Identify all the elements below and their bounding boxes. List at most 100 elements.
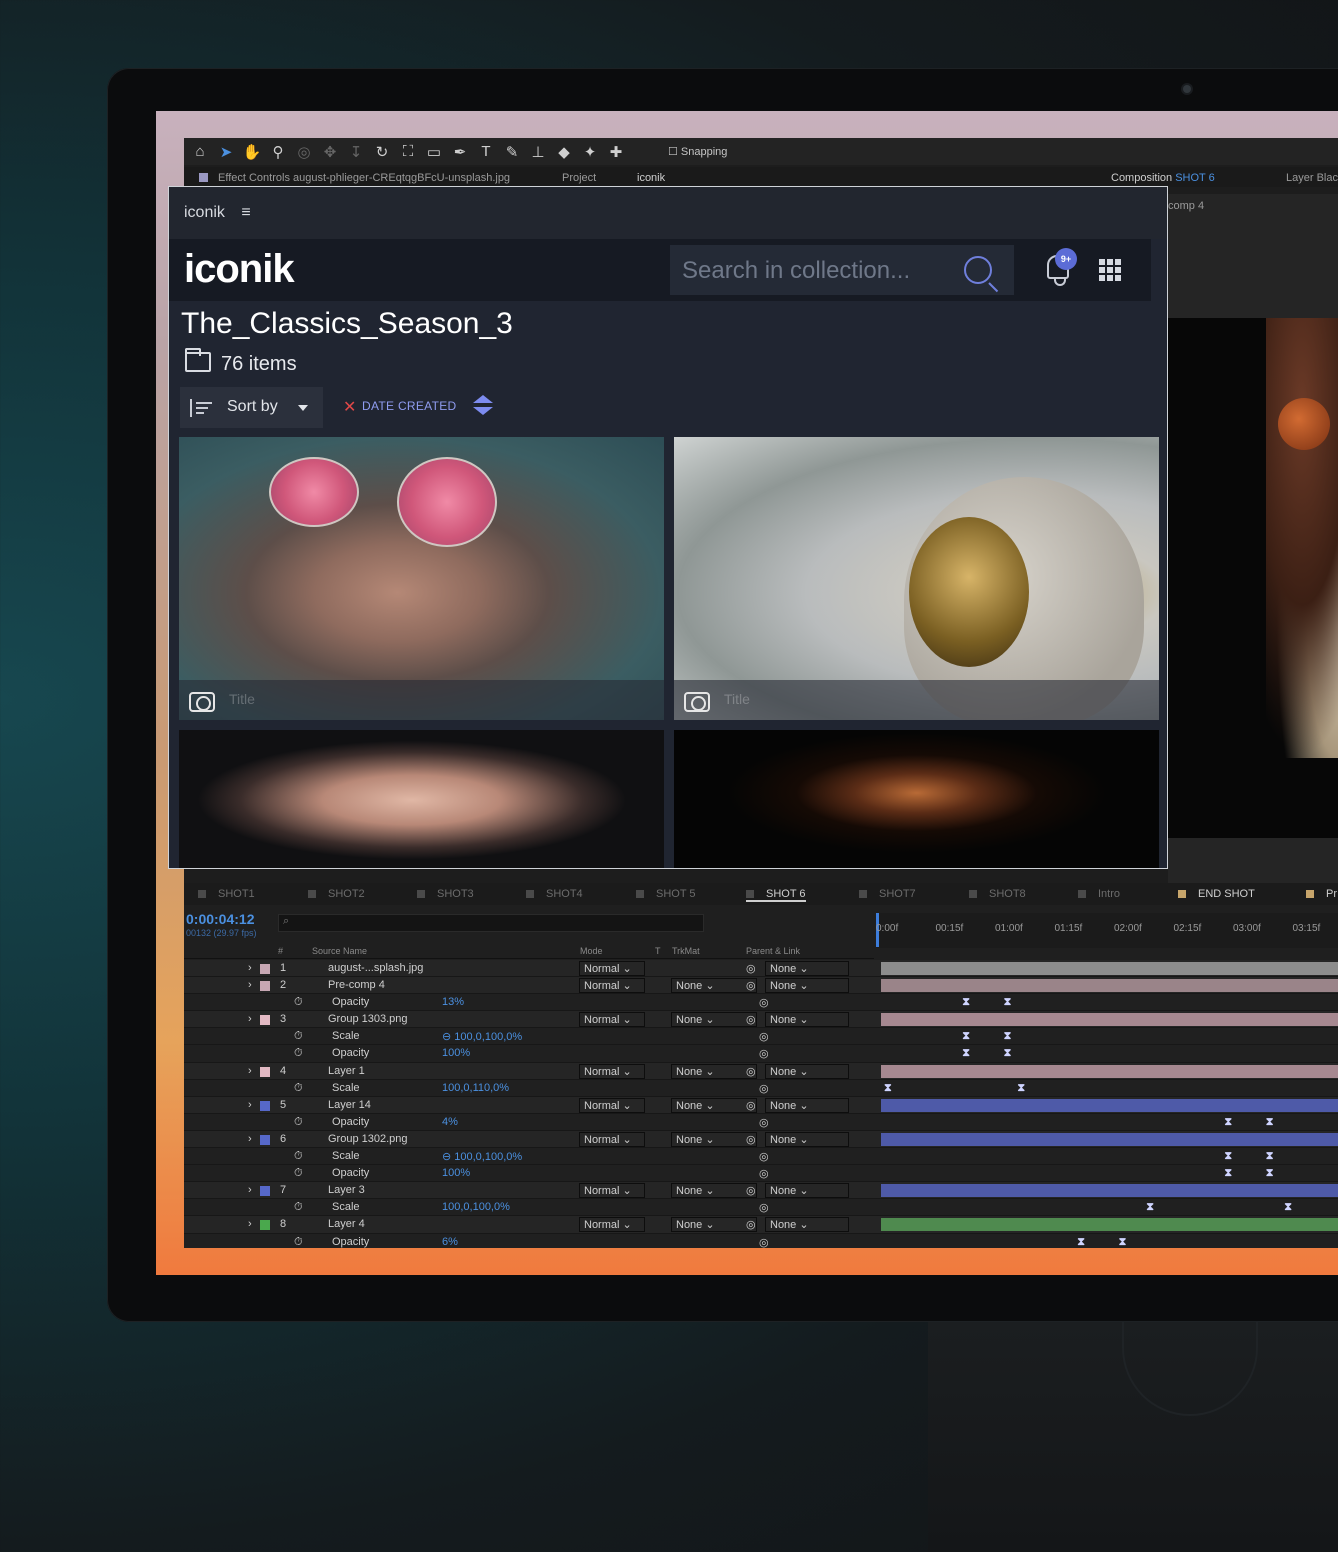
parent-select[interactable]: None ⌄ — [765, 1012, 849, 1028]
layer-tab[interactable]: Layer Black — [1286, 172, 1338, 184]
timeline-tab[interactable]: SHOT 6 — [746, 888, 806, 902]
layer-row[interactable]: › 6 Group 1302.png Normal ⌄ None ⌄ ◎ None ⌄ — [184, 1130, 1338, 1149]
expand-chevron-icon[interactable]: › — [248, 1218, 252, 1230]
sort-direction-icon[interactable] — [473, 395, 493, 417]
layer-duration-bar[interactable] — [881, 1184, 1338, 1198]
composition-tab[interactable]: Composition SHOT 6 — [1111, 172, 1215, 184]
track-matte-select[interactable]: None ⌄ — [671, 1217, 757, 1233]
keyframe-icon[interactable]: ⧗ — [1004, 996, 1012, 1009]
home-icon[interactable]: ⌂ — [190, 143, 210, 160]
dolly-tool-icon[interactable]: ↧ — [346, 143, 366, 161]
layer-row[interactable]: › 4 Layer 1 Normal ⌄ None ⌄ ◎ None ⌄ — [184, 1062, 1338, 1080]
layer-name[interactable]: Layer 3 — [328, 1184, 365, 1196]
blend-mode-select[interactable]: Normal ⌄ — [579, 978, 645, 994]
layer-name[interactable]: Group 1302.png — [328, 1133, 408, 1145]
expand-chevron-icon[interactable]: › — [248, 962, 252, 974]
keyframe-icon[interactable]: ⧗ — [1017, 1082, 1025, 1095]
asset-tile[interactable]: Title — [179, 437, 664, 720]
expression-icon[interactable]: ◎ — [759, 996, 769, 1009]
timecode[interactable]: 0:00:04:12 — [186, 911, 255, 927]
layer-duration-bar[interactable] — [881, 962, 1338, 975]
layer-name[interactable]: Pre-comp 4 — [328, 979, 385, 991]
keyframe-icon[interactable]: ⧗ — [1284, 1201, 1292, 1214]
stopwatch-icon[interactable]: ⏱ — [294, 996, 303, 1009]
collection-search-input[interactable]: Search in collection... — [670, 245, 1014, 295]
keyframe-icon[interactable]: ⧗ — [962, 996, 970, 1009]
rectangle-tool-icon[interactable]: ▭ — [424, 143, 444, 161]
expression-icon[interactable]: ◎ — [759, 1082, 769, 1095]
blend-mode-select[interactable]: Normal ⌄ — [579, 1063, 645, 1079]
asset-tile[interactable]: Title — [674, 437, 1159, 720]
search-icon[interactable] — [964, 256, 992, 284]
track-matte-select[interactable]: None ⌄ — [671, 1183, 757, 1199]
layer-duration-bar[interactable] — [881, 979, 1338, 993]
property-value[interactable]: 13% — [442, 996, 464, 1008]
property-row[interactable]: ⏱ Scale ⊖ 100,0,100,0% ◎ ⧗ ⧗ — [184, 1028, 1338, 1046]
stopwatch-icon[interactable]: ⏱ — [294, 1116, 303, 1129]
keyframe-icon[interactable]: ⧗ — [1077, 1236, 1085, 1249]
keyframe-icon[interactable]: ⧗ — [1224, 1150, 1232, 1163]
brush-tool-icon[interactable]: ✎ — [502, 143, 522, 161]
property-value[interactable]: ⊖ 100,0,100,0% — [442, 1030, 522, 1043]
panel-menu-icon[interactable]: ≡ — [241, 204, 250, 221]
layer-row[interactable]: › 5 Layer 14 Normal ⌄ None ⌄ ◎ None ⌄ — [184, 1096, 1338, 1114]
track-matte-select[interactable]: None ⌄ — [671, 1012, 757, 1028]
source-name-column[interactable]: Source Name — [312, 946, 367, 956]
pickwhip-icon[interactable]: ◎ — [746, 1133, 756, 1146]
timeline-tab[interactable]: SHOT2 — [308, 888, 365, 900]
eraser-tool-icon[interactable]: ◆ — [554, 143, 574, 161]
layer-name[interactable]: Layer 1 — [328, 1065, 365, 1077]
keyframe-icon[interactable]: ⧗ — [1224, 1167, 1232, 1180]
pickwhip-icon[interactable]: ◎ — [746, 962, 756, 975]
timeline-tab[interactable]: Intro — [1078, 888, 1120, 900]
label-color-swatch[interactable] — [260, 1134, 270, 1145]
label-color-swatch[interactable] — [260, 1186, 270, 1197]
expression-icon[interactable]: ◎ — [759, 1116, 769, 1129]
property-value[interactable]: 100,0,110,0% — [442, 1082, 509, 1094]
expression-icon[interactable]: ◎ — [759, 1167, 769, 1180]
property-row[interactable]: ⏱ Scale ⊖ 100,0,100,0% ◎ ⧗ ⧗ — [184, 1148, 1338, 1166]
label-color-swatch[interactable] — [260, 1066, 270, 1077]
layer-row[interactable]: › 7 Layer 3 Normal ⌄ None ⌄ ◎ None ⌄ — [184, 1182, 1338, 1200]
pickwhip-icon[interactable]: ◎ — [746, 1218, 756, 1231]
puppet-pin-tool-icon[interactable]: ✚ — [606, 143, 626, 161]
zoom-tool-icon[interactable]: ⚲ — [268, 143, 288, 161]
keyframe-icon[interactable]: ⧗ — [1146, 1201, 1154, 1214]
keyframe-icon[interactable]: ⧗ — [1266, 1167, 1274, 1180]
layer-duration-bar[interactable] — [881, 1013, 1338, 1027]
property-row[interactable]: ⏱ Opacity 6% ◎ ⧗ ⧗ — [184, 1233, 1338, 1249]
timeline-search-input[interactable]: ⌕ — [278, 914, 704, 932]
layer-duration-bar[interactable] — [881, 1064, 1338, 1078]
pickwhip-icon[interactable]: ◎ — [746, 1065, 756, 1078]
expression-icon[interactable]: ◎ — [759, 1236, 769, 1249]
apps-grid-icon[interactable] — [1099, 259, 1121, 281]
expand-chevron-icon[interactable]: › — [248, 1099, 252, 1111]
layer-row[interactable]: › 1 august-...splash.jpg Normal ⌄ ◎ None ⌄ — [184, 960, 1338, 978]
stopwatch-icon[interactable]: ⏱ — [294, 1150, 303, 1163]
stopwatch-icon[interactable]: ⏱ — [294, 1047, 303, 1060]
blend-mode-select[interactable]: Normal ⌄ — [579, 1217, 645, 1233]
blend-mode-select[interactable]: Normal ⌄ — [579, 1183, 645, 1199]
property-row[interactable]: ⏱ Opacity 100% ◎ ⧗ ⧗ — [184, 1165, 1338, 1183]
layer-row[interactable]: › 8 Layer 4 Normal ⌄ None ⌄ ◎ None ⌄ — [184, 1216, 1338, 1234]
label-color-swatch[interactable] — [260, 1100, 270, 1111]
hand-tool-icon[interactable]: ✋ — [242, 143, 262, 161]
parent-select[interactable]: None ⌄ — [765, 978, 849, 994]
timeline-tab[interactable]: SHOT8 — [969, 888, 1026, 900]
asset-tile[interactable] — [674, 730, 1159, 868]
layer-name[interactable]: Layer 4 — [328, 1218, 365, 1230]
layer-row[interactable]: › 2 Pre-comp 4 Normal ⌄ None ⌄ ◎ None ⌄ — [184, 977, 1338, 995]
iconik-logo[interactable]: iconik — [184, 247, 295, 292]
roto-brush-tool-icon[interactable]: ✦ — [580, 143, 600, 161]
property-row[interactable]: ⏱ Opacity 4% ◎ ⧗ ⧗ — [184, 1113, 1338, 1131]
property-value[interactable]: 100% — [442, 1167, 470, 1179]
pickwhip-icon[interactable]: ◎ — [746, 1013, 756, 1026]
layer-duration-bar[interactable] — [881, 1098, 1338, 1112]
timeline-tab[interactable]: SHOT3 — [417, 888, 474, 900]
pan-tool-icon[interactable]: ✥ — [320, 143, 340, 161]
layer-name[interactable]: Group 1303.png — [328, 1013, 408, 1025]
sort-by-button[interactable]: Sort by — [180, 387, 323, 428]
keyframe-icon[interactable]: ⧗ — [1266, 1116, 1274, 1129]
layer-name[interactable]: Layer 14 — [328, 1099, 371, 1111]
pickwhip-icon[interactable]: ◎ — [746, 1184, 756, 1197]
